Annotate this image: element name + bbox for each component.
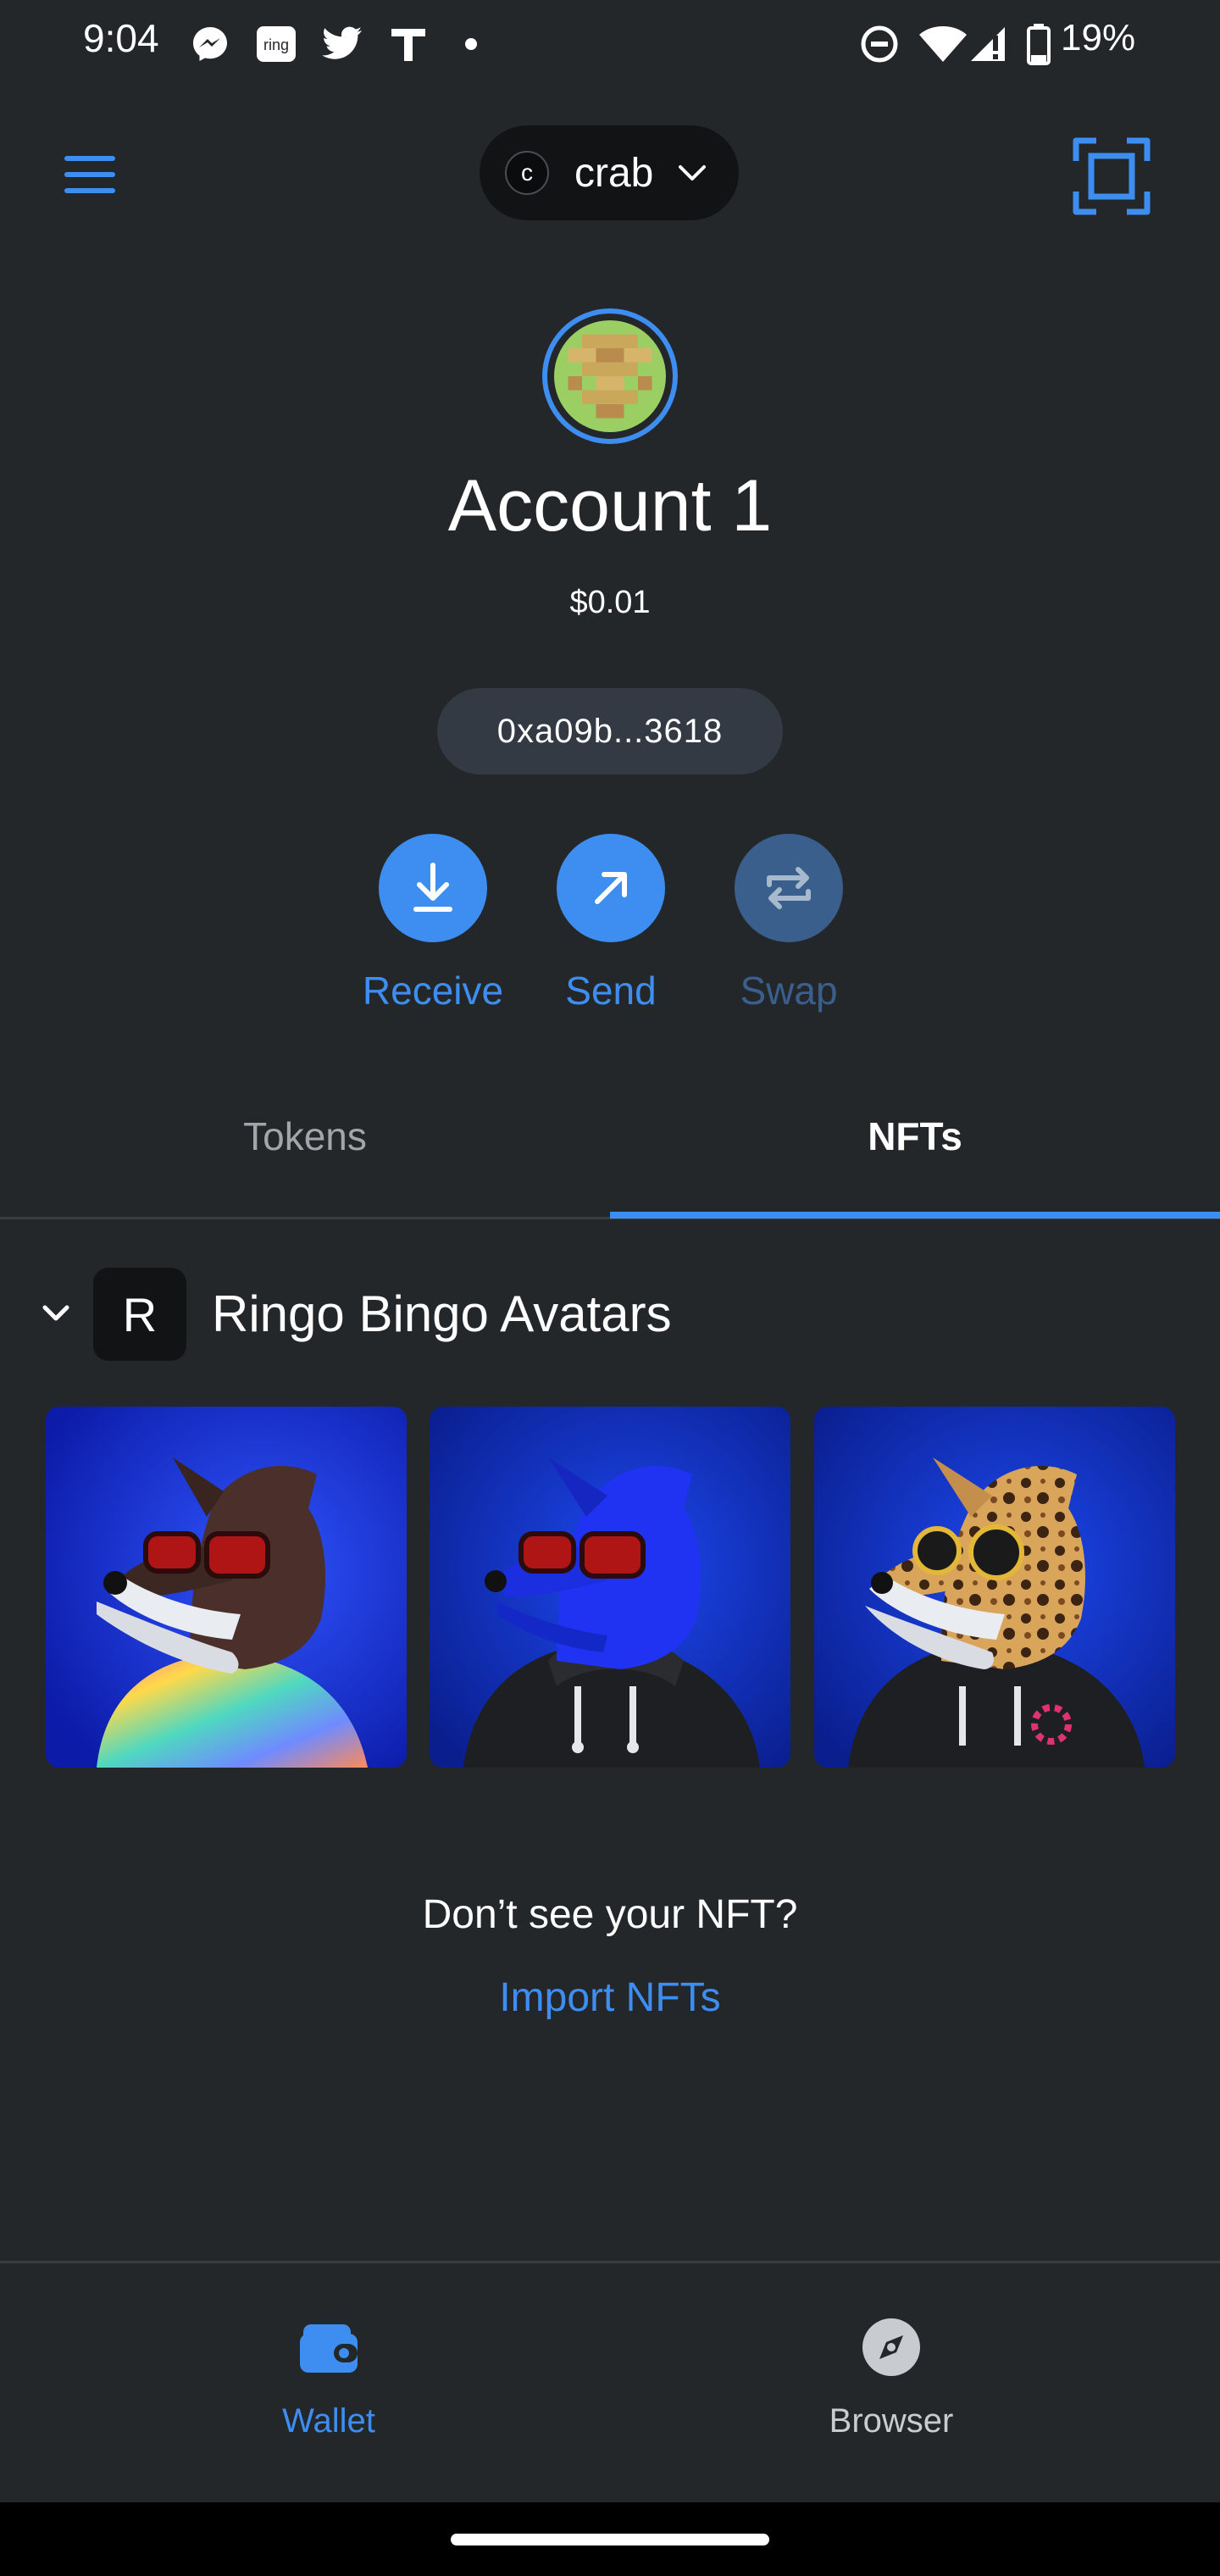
nft-item-1[interactable] bbox=[46, 1407, 407, 1768]
nft-image-brown-dog bbox=[46, 1407, 407, 1768]
account-avatar[interactable] bbox=[542, 308, 678, 444]
twitter-icon bbox=[320, 22, 364, 66]
swap-button[interactable]: Swap bbox=[700, 834, 878, 1013]
scan-icon bbox=[1073, 137, 1151, 215]
nft-missing-question: Don’t see your NFT? bbox=[422, 1892, 798, 1937]
signal-icon bbox=[966, 22, 1010, 66]
battery-percent: 19% bbox=[1061, 17, 1136, 58]
chevron-down-icon[interactable] bbox=[39, 1296, 73, 1330]
nft-item-2[interactable] bbox=[430, 1407, 790, 1768]
chevron-down-icon bbox=[679, 165, 707, 180]
account-balance: $0.01 bbox=[569, 585, 651, 620]
network-avatar: c bbox=[505, 151, 549, 195]
dot-icon bbox=[449, 22, 493, 66]
scan-qr-button[interactable] bbox=[1069, 134, 1154, 219]
account-name[interactable]: Account 1 bbox=[0, 464, 1220, 548]
wallet-icon bbox=[300, 2324, 358, 2373]
receive-circle bbox=[379, 834, 487, 942]
do-not-disturb-icon bbox=[857, 22, 901, 66]
network-name: crab bbox=[574, 150, 654, 196]
tab-tokens[interactable]: Tokens bbox=[0, 1093, 610, 1217]
nav-wallet-label: Wallet bbox=[282, 2402, 375, 2440]
hamburger-line bbox=[64, 188, 115, 193]
hamburger-line bbox=[64, 172, 115, 177]
battery-icon bbox=[1017, 22, 1061, 66]
tab-active-indicator bbox=[610, 1212, 1220, 1219]
home-gesture-bar[interactable] bbox=[451, 2534, 769, 2545]
nav-browser-label: Browser bbox=[829, 2402, 954, 2440]
swap-label: Swap bbox=[740, 969, 838, 1013]
collection-avatar: R bbox=[93, 1268, 186, 1361]
collection-name[interactable]: Ringo Bingo Avatars bbox=[212, 1285, 672, 1343]
status-bar: 9:04 ring 19% bbox=[0, 0, 1220, 85]
t-app-icon bbox=[386, 22, 430, 66]
nav-browser[interactable]: Browser bbox=[722, 2313, 1061, 2440]
nft-image-blue-dog bbox=[430, 1407, 790, 1768]
swap-circle bbox=[735, 834, 843, 942]
tab-nfts[interactable]: NFTs bbox=[610, 1093, 1220, 1217]
status-time: 9:04 bbox=[83, 16, 159, 60]
download-icon bbox=[413, 863, 452, 912]
nft-item-3[interactable] bbox=[814, 1407, 1175, 1768]
send-label: Send bbox=[565, 969, 657, 1013]
menu-button[interactable] bbox=[56, 144, 124, 205]
import-nfts-link[interactable]: Import NFTs bbox=[0, 1974, 1220, 2021]
compass-icon bbox=[862, 2318, 920, 2376]
send-circle bbox=[557, 834, 665, 942]
receive-label: Receive bbox=[362, 969, 504, 1013]
nav-wallet[interactable]: Wallet bbox=[159, 2313, 498, 2440]
swap-icon bbox=[767, 867, 811, 909]
svg-text:ring: ring bbox=[263, 36, 289, 53]
hamburger-icon bbox=[64, 156, 115, 161]
identicon bbox=[554, 320, 666, 432]
receive-button[interactable]: Receive bbox=[344, 834, 522, 1013]
arrow-up-right-icon bbox=[595, 872, 627, 904]
nft-image-leopard bbox=[814, 1407, 1175, 1768]
send-button[interactable]: Send bbox=[522, 834, 700, 1013]
messenger-icon bbox=[188, 22, 232, 66]
account-address[interactable]: 0xa09b...3618 bbox=[437, 688, 783, 774]
ring-icon: ring bbox=[254, 22, 298, 66]
wifi-icon bbox=[917, 22, 969, 66]
network-selector[interactable]: c crab bbox=[480, 125, 739, 220]
